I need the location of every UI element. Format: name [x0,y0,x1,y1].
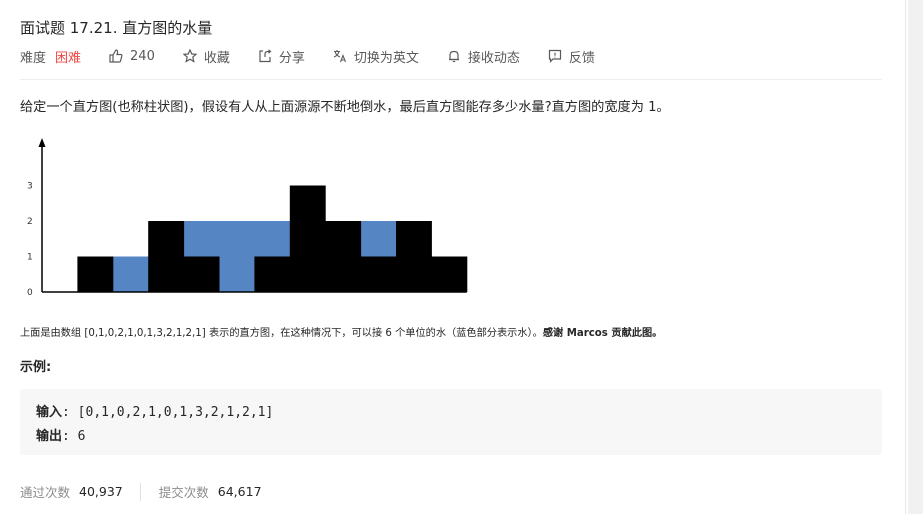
submissions-count: 64,617 [217,484,262,499]
example-input-label: 输入 [36,405,63,420]
water-bar-6 [254,221,291,257]
histogram-bar-9 [360,256,397,292]
accepted-count: 40,937 [79,484,123,499]
example-output-line: 输出: 6 [36,425,86,444]
chart-caption: 上面是由数组 [0,1,0,2,1,0,1,3,2,1,2,1] 表示的直方图，… [20,324,662,339]
thumbs-up-icon [109,49,123,63]
histogram-bar-4 [183,256,220,292]
histogram-bar-11 [431,256,468,292]
switch-language-button[interactable]: 切换为英文 [333,47,419,66]
problem-title: 面试题 17.21. 直方图的水量 [20,19,213,37]
feedback-icon [548,49,562,63]
y-tick-label-1: 1 [27,253,33,263]
header-divider [20,79,882,80]
histogram-chart: 0 1 2 3 [27,138,468,298]
caption-thanks: 感谢 Marcos 贡献此图。 [542,328,663,339]
share-label: 分享 [278,50,305,66]
y-tick-label-3: 3 [27,182,33,192]
water-bar-4 [183,221,220,257]
water-bar-9 [360,221,397,257]
histogram-bar-6 [254,256,291,292]
bell-icon [447,49,461,63]
problem-meta-bar: 难度 困难 240 收藏 分享 切换为英文 接收动态 反馈 [20,46,623,66]
feedback-label: 反馈 [568,50,595,66]
subscribe-label: 接收动态 [467,50,520,66]
share-icon [258,49,272,63]
difficulty: 难度 困难 [20,47,81,66]
share-button[interactable]: 分享 [258,47,305,66]
subscribe-button[interactable]: 接收动态 [447,47,520,66]
y-tick-label-2: 2 [27,217,33,227]
like-button[interactable]: 240 [109,49,155,64]
example-input-value: : [0,1,0,2,1,0,1,3,2,1,2,1] [62,405,274,420]
example-code-block: 输入: [0,1,0,2,1,0,1,3,2,1,2,1] 输出: 6 [20,389,882,455]
water-bar-2 [112,256,149,292]
example-heading: 示例: [20,360,52,375]
stats-divider [139,482,141,501]
example-output-value: : 6 [62,429,86,444]
scrollbar-thumb[interactable] [908,0,923,514]
star-icon [182,49,197,63]
problem-page: 面试题 17.21. 直方图的水量 难度 困难 240 收藏 分享 切换为英文 … [0,0,923,514]
histogram-bar-1 [77,256,114,292]
difficulty-value: 困难 [55,50,82,66]
difficulty-label: 难度 [20,50,47,66]
caption-text: 上面是由数组 [0,1,0,2,1,0,1,3,2,1,2,1] 表示的直方图，… [20,328,543,339]
water-bar-5 [219,221,255,292]
feedback-button[interactable]: 反馈 [548,47,595,66]
example-output-label: 输出 [36,429,63,444]
switch-language-label: 切换为英文 [353,50,419,66]
like-count: 240 [130,48,155,64]
translate-icon [333,49,347,63]
histogram-bar-3 [148,221,185,292]
histogram-bar-7 [289,185,326,292]
example-input-line: 输入: [0,1,0,2,1,0,1,3,2,1,2,1] [36,401,273,420]
favorite-button[interactable]: 收藏 [182,47,230,66]
histogram-bar-10 [396,221,432,292]
submission-stats: 通过次数 40,937 提交次数 64,617 [20,482,262,501]
favorite-label: 收藏 [203,50,230,66]
problem-description: 给定一个直方图(也称柱状图)，假设有人从上面源源不断地倒水，最后直方图能存多少水… [20,100,670,115]
y-tick-label-0: 0 [27,288,33,298]
submissions-label: 提交次数 [158,485,209,500]
y-axis-arrow [38,138,46,147]
accepted-label: 通过次数 [20,485,71,500]
histogram-bar-8 [325,221,362,292]
vertical-scrollbar[interactable] [905,0,923,514]
